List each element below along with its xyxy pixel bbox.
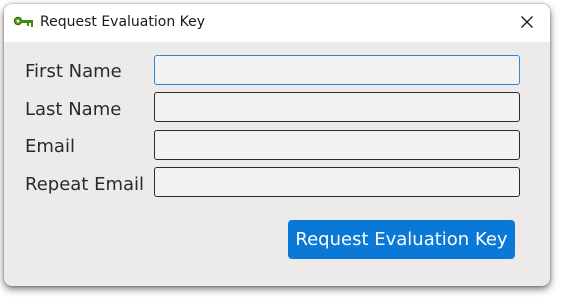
title-bar: Request Evaluation Key [4, 4, 550, 42]
repeat-email-field[interactable] [154, 167, 520, 197]
key-icon [13, 15, 35, 29]
dialog-window: Request Evaluation Key First Name Last N… [4, 4, 550, 286]
last-name-field[interactable] [154, 92, 520, 122]
last-name-label: Last Name [25, 99, 122, 120]
close-icon [520, 14, 534, 33]
email-field[interactable] [154, 130, 520, 160]
repeat-email-label: Repeat Email [25, 174, 145, 195]
first-name-label: First Name [25, 61, 122, 82]
window-title: Request Evaluation Key [40, 14, 206, 30]
email-label: Email [25, 136, 75, 157]
first-name-field[interactable] [154, 55, 520, 85]
close-button[interactable] [504, 4, 550, 42]
request-evaluation-key-button[interactable]: Request Evaluation Key [288, 220, 515, 259]
